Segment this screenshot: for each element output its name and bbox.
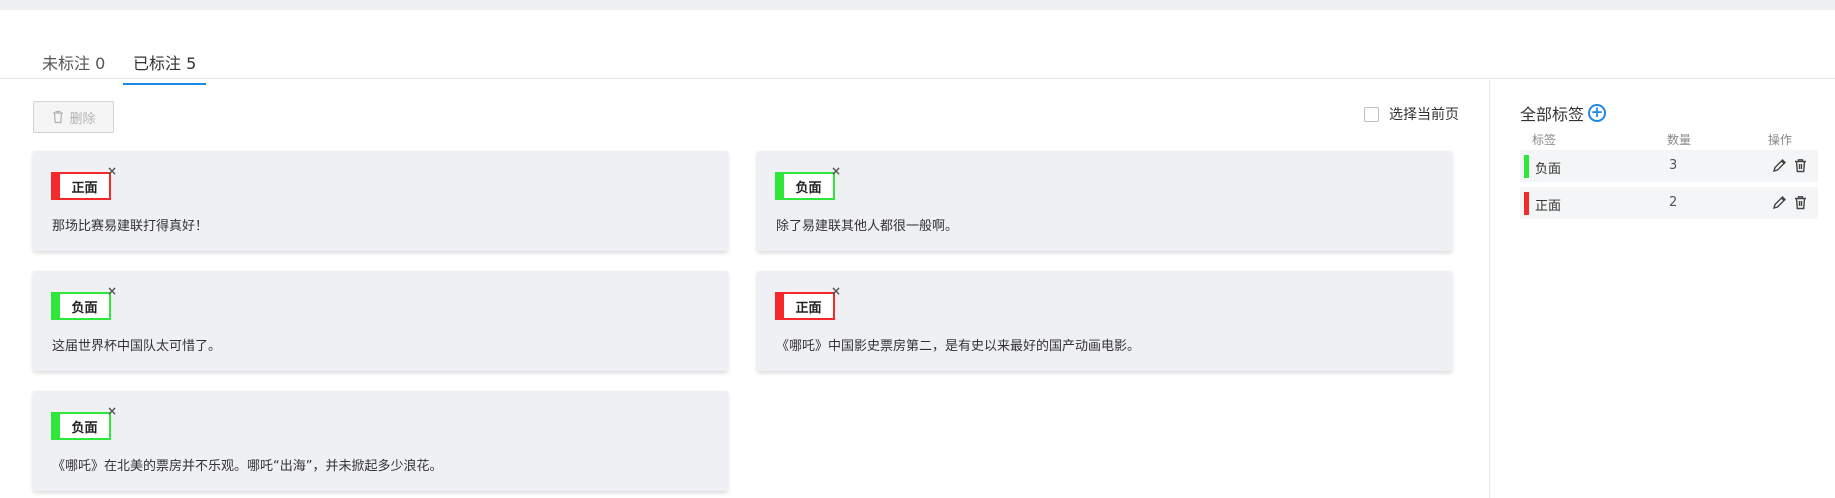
select-page-label: 选择当前页	[1389, 107, 1459, 123]
tag-chip[interactable]: 负面	[51, 292, 111, 320]
tag-row-label: 负面	[1535, 162, 1562, 177]
header-label: 标签	[1532, 133, 1557, 147]
close-icon[interactable]: ×	[830, 165, 842, 177]
delete-label: 删除	[69, 111, 96, 127]
close-icon[interactable]: ×	[106, 285, 118, 297]
trash-icon	[53, 110, 64, 124]
card-text: 这届世界杯中国队太可惜了。	[52, 339, 222, 354]
tag-chip[interactable]: 正面	[51, 172, 111, 200]
panel-divider	[1489, 80, 1490, 498]
header-count: 数量	[1667, 133, 1692, 147]
tag-color-bar	[1524, 155, 1529, 178]
delete-button[interactable]: 删除	[33, 101, 114, 133]
text-card[interactable]: 负面 × 这届世界杯中国队太可惜了。	[33, 271, 728, 371]
tag-row-count: 2	[1669, 195, 1678, 210]
sidebar-title-text: 全部标签	[1520, 105, 1585, 124]
sidebar-title: 全部标签 +	[1520, 101, 1607, 125]
trash-icon[interactable]	[1793, 158, 1808, 173]
card-text: 《哪吒》在北美的票房并不乐观。哪吒“出海”，并未掀起多少浪花。	[52, 459, 443, 474]
add-tag-icon[interactable]: +	[1588, 104, 1607, 122]
tab-bar: 未标注 0 已标注 5	[0, 42, 1835, 85]
trash-icon[interactable]	[1793, 195, 1808, 210]
select-page-control[interactable]: 选择当前页	[1364, 104, 1459, 124]
close-icon[interactable]: ×	[830, 285, 842, 297]
close-icon[interactable]: ×	[106, 405, 118, 417]
select-page-checkbox[interactable]	[1364, 106, 1379, 122]
tag-chip[interactable]: 负面	[51, 412, 111, 440]
main-panel: 删除 选择当前页 正面 × 那场比赛易建联打得真好！ 负面 × 除了易建联其他人…	[0, 80, 1489, 498]
tag-row-count: 3	[1669, 158, 1678, 173]
tag-row: 正面 2	[1520, 187, 1818, 219]
tag-chip[interactable]: 负面	[775, 172, 835, 200]
card-text: 那场比赛易建联打得真好！	[52, 219, 209, 234]
header-actions: 操作	[1768, 133, 1793, 147]
close-icon[interactable]: ×	[106, 165, 118, 177]
card-text: 除了易建联其他人都很一般啊。	[776, 219, 959, 234]
top-bar	[0, 0, 1835, 10]
tag-color-bar	[1524, 192, 1529, 215]
text-card[interactable]: 负面 × 《哪吒》在北美的票房并不乐观。哪吒“出海”，并未掀起多少浪花。	[33, 391, 728, 491]
text-card[interactable]: 正面 × 那场比赛易建联打得真好！	[33, 151, 728, 251]
text-card[interactable]: 正面 × 《哪吒》中国影史票房第二，是有史以来最好的国产动画电影。	[757, 271, 1452, 371]
edit-icon[interactable]	[1772, 195, 1787, 210]
tag-row-label: 正面	[1535, 199, 1562, 214]
text-card[interactable]: 负面 × 除了易建联其他人都很一般啊。	[757, 151, 1452, 251]
edit-icon[interactable]	[1772, 158, 1787, 173]
tag-row: 负面 3	[1520, 150, 1818, 182]
card-text: 《哪吒》中国影史票房第二，是有史以来最好的国产动画电影。	[776, 339, 1141, 354]
tag-chip[interactable]: 正面	[775, 292, 835, 320]
tab-unlabeled[interactable]: 未标注 0	[42, 50, 105, 83]
